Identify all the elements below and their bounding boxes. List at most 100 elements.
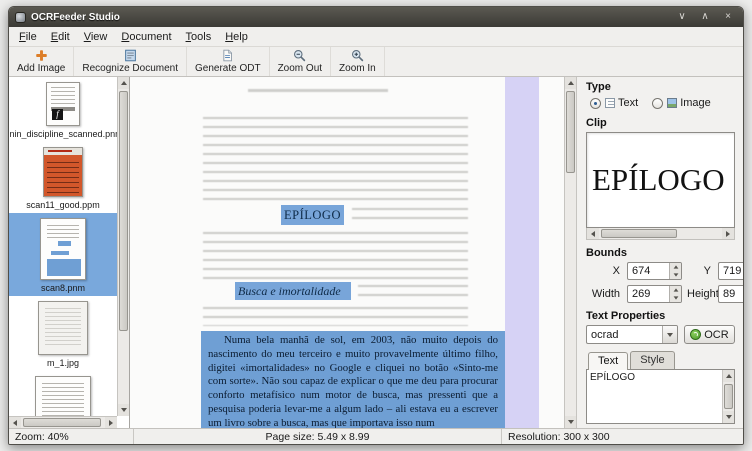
page-item-m1[interactable]: m_1.jpg (9, 296, 117, 371)
page-filename: nin_discipline_scanned.pnm (10, 129, 117, 139)
recognize-document-button[interactable]: Recognize Document (74, 47, 187, 76)
text-props-tabs: Text Style (586, 351, 735, 369)
scrollbar-thumb[interactable] (119, 91, 128, 331)
scrollbar-thumb[interactable] (23, 418, 101, 427)
page-thumbnail[interactable]: f (46, 82, 80, 126)
page-thumbnail[interactable] (35, 376, 91, 416)
type-radio-row: Text Image (590, 96, 735, 110)
subheading-region[interactable]: Busca e imortalidade (235, 282, 351, 300)
ocr-engine-select[interactable]: ocrad (586, 325, 678, 344)
pages-horizontal-scrollbar[interactable] (9, 416, 117, 428)
menu-file[interactable]: File (12, 28, 44, 45)
thumbnail-text-lines (51, 87, 75, 105)
scroll-down-button[interactable] (723, 411, 734, 423)
clip-horizontal-scrollbar[interactable] (586, 228, 735, 240)
pages-vertical-scrollbar[interactable] (117, 77, 129, 416)
page-thumbnail[interactable] (40, 218, 86, 280)
scroll-left-button[interactable] (587, 228, 599, 239)
image-radio[interactable] (652, 98, 663, 109)
scroll-up-button[interactable] (118, 77, 129, 89)
scroll-right-button[interactable] (722, 228, 734, 239)
scroll-down-button[interactable] (118, 404, 129, 416)
faint-text-block (203, 232, 468, 280)
scrollbar-track[interactable] (21, 417, 105, 428)
page-item-scan8[interactable]: scan8.pnm (9, 213, 117, 296)
text-radio[interactable] (590, 98, 601, 109)
heading-region[interactable]: EPÍLOGO (281, 205, 344, 225)
height-value[interactable]: 89 (719, 286, 743, 302)
thumbnail-highlight (51, 251, 69, 255)
scrollbar-thumb[interactable] (601, 229, 677, 238)
y-value[interactable]: 719 (719, 263, 743, 279)
faint-text-block (203, 307, 468, 326)
paragraph-region[interactable]: Numa bela manhã de sol, em 2003, não mui… (201, 331, 505, 428)
document-vertical-scrollbar[interactable] (564, 77, 577, 428)
dropdown-button[interactable] (662, 326, 677, 343)
arrow-up-icon (673, 265, 678, 268)
arrow-down-icon (568, 420, 574, 424)
desktop: OCRFeeder Studio ∨ ∧ × File Edit View Do… (0, 0, 752, 451)
spin-up-button[interactable] (670, 263, 681, 271)
page-item-scan11[interactable]: scan11_good.ppm (9, 142, 117, 213)
spin-down-button[interactable] (670, 271, 681, 279)
scrollbar-thumb[interactable] (566, 91, 575, 173)
zoom-in-icon (351, 49, 364, 62)
thumbnail-highlight (47, 259, 81, 276)
zoom-status: Zoom: 40% (9, 429, 134, 444)
width-spinner[interactable]: 269 (627, 285, 682, 303)
x-value[interactable]: 674 (628, 263, 669, 279)
scrollbar-track[interactable] (599, 228, 722, 239)
text-vertical-scrollbar[interactable] (722, 370, 734, 423)
page-item-partial[interactable] (9, 371, 117, 416)
tab-style[interactable]: Style (630, 351, 674, 369)
zoom-in-button[interactable]: Zoom In (331, 47, 385, 76)
page-thumbnail[interactable] (43, 147, 83, 197)
titlebar[interactable]: OCRFeeder Studio ∨ ∧ × (9, 7, 743, 27)
scrollbar-track[interactable] (723, 382, 734, 411)
properties-panel: Type Text Image Clip EPÍLOGO (577, 77, 743, 428)
scroll-down-button[interactable] (565, 416, 576, 428)
paragraph-text: Numa bela manhã de sol, em 2003, não mui… (201, 331, 505, 428)
y-spinner[interactable]: 719 (718, 262, 743, 280)
ocr-button[interactable]: OCR (684, 325, 735, 344)
spinner-buttons[interactable] (669, 263, 681, 279)
document-canvas[interactable]: EPÍLOGO Busca e imortalidade Numa bela m… (130, 77, 564, 428)
add-image-button[interactable]: Add Image (9, 47, 74, 76)
ocr-engine-value: ocrad (587, 329, 662, 341)
height-spinner[interactable]: 89 (718, 285, 743, 303)
x-spinner[interactable]: 674 (627, 262, 682, 280)
recognized-text-area[interactable]: EPÍLOGO (586, 369, 735, 424)
page-item-nin-discipline[interactable]: f nin_discipline_scanned.pnm (9, 77, 117, 142)
arrow-up-icon (568, 81, 574, 85)
zoom-out-button[interactable]: Zoom Out (270, 47, 331, 76)
minimize-button[interactable]: ∨ (673, 10, 691, 24)
scroll-up-button[interactable] (565, 77, 576, 89)
scrollbar-thumb[interactable] (724, 384, 733, 409)
generate-odt-button[interactable]: Generate ODT (187, 47, 270, 76)
scroll-up-button[interactable] (723, 370, 734, 382)
add-image-icon (35, 49, 48, 62)
scrollbar-track[interactable] (118, 89, 129, 404)
close-button[interactable]: × (719, 10, 737, 24)
spinner-buttons[interactable] (669, 286, 681, 302)
scroll-left-button[interactable] (9, 417, 21, 428)
selection-strip[interactable] (505, 77, 539, 428)
menu-tools[interactable]: Tools (179, 28, 219, 45)
spin-up-button[interactable] (670, 286, 681, 294)
recognized-text[interactable]: EPÍLOGO (587, 370, 722, 423)
menu-document[interactable]: Document (114, 28, 178, 45)
maximize-button[interactable]: ∧ (696, 10, 714, 24)
menu-help[interactable]: Help (218, 28, 255, 45)
spin-down-button[interactable] (670, 294, 681, 302)
page-thumbnail[interactable] (38, 301, 88, 355)
arrow-right-icon (109, 420, 113, 426)
menu-view[interactable]: View (77, 28, 115, 45)
thumbnail-highlight (58, 241, 71, 246)
width-value[interactable]: 269 (628, 286, 669, 302)
scrollbar-track[interactable] (565, 89, 576, 416)
scroll-right-button[interactable] (105, 417, 117, 428)
image-type-icon (667, 98, 677, 108)
menu-edit[interactable]: Edit (44, 28, 77, 45)
tab-text[interactable]: Text (588, 352, 628, 370)
y-label: Y (687, 265, 713, 277)
